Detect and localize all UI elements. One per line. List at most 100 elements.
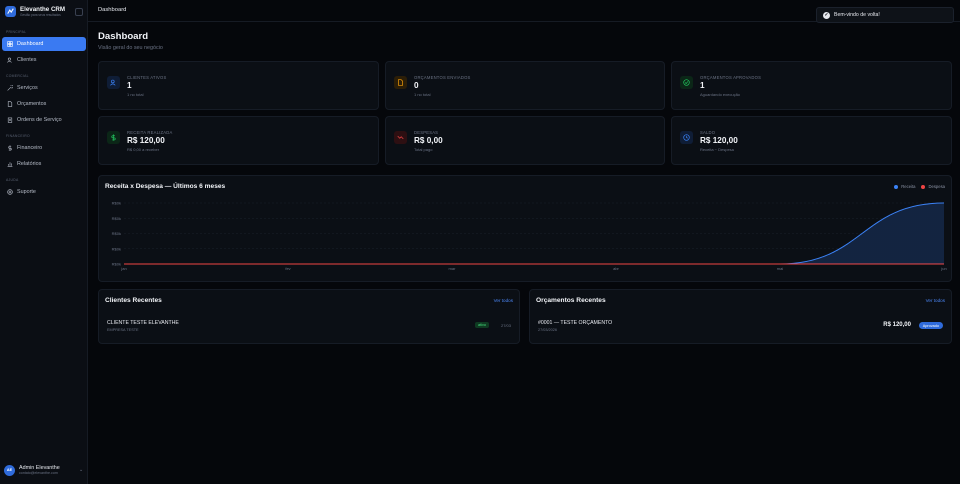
recent-quotes-card: Orçamentos Recentes Ver todos #0001 — TE… bbox=[529, 289, 952, 344]
stat-card-orcamentos-enviados: Orçamentos enviados 0 1 no total bbox=[385, 61, 665, 110]
wrench-icon bbox=[7, 85, 13, 91]
chart-icon bbox=[7, 161, 13, 167]
sidebar-item-suporte[interactable]: Suporte bbox=[2, 185, 86, 199]
quote-name: #0001 — TESTE ORÇAMENTO bbox=[538, 320, 613, 326]
y-tick-label: R$0k bbox=[112, 246, 121, 251]
sidebar-item-financeiro[interactable]: Financeiro bbox=[2, 141, 86, 155]
stat-card-orcamentos-aprovados: Orçamentos aprovados 1 Aguardando execuç… bbox=[671, 61, 952, 110]
chart-svg: R$0kR$0kR$0kR$0kR$0kjan fev mar abr mai jun bbox=[112, 201, 947, 272]
stat-card-receita-realizada: Receita realizada R$ 120,00 R$ 0,00 a re… bbox=[98, 116, 379, 165]
stat-card-despesas: Despesas R$ 0,00 Total pago bbox=[385, 116, 665, 165]
brand-name: Elevanthe CRM bbox=[20, 6, 66, 13]
page-subtitle: Visão geral do seu negócio bbox=[98, 45, 163, 51]
client-date: 27/03 bbox=[500, 323, 511, 328]
sidebar-item-ordens-servico[interactable]: Ordens de Serviço bbox=[2, 113, 86, 127]
sidebar-item-label: Ordens de Serviço bbox=[17, 117, 62, 123]
chevron-down-icon[interactable]: ⌄ bbox=[79, 467, 84, 473]
dashboard-icon bbox=[7, 41, 13, 47]
toast-message: Bem-vindo de volta! bbox=[834, 12, 880, 18]
sidebar: Elevanthe CRM Gestão para seus resultado… bbox=[0, 0, 88, 484]
quote-amount: R$ 120,00 bbox=[883, 322, 911, 328]
stat-value: R$ 120,00 bbox=[700, 136, 738, 145]
stat-hint: 1 no total bbox=[414, 92, 431, 97]
nav-section-comercial: Comercial bbox=[6, 74, 29, 78]
see-all-clients-link[interactable]: Ver todos bbox=[494, 298, 513, 303]
sidebar-item-label: Orçamentos bbox=[17, 101, 47, 107]
x-tick-label: jan bbox=[120, 266, 126, 271]
chart-card: Receita x Despesa — Últimos 6 meses Rece… bbox=[98, 175, 952, 282]
breadcrumb: Dashboard bbox=[98, 7, 127, 13]
y-tick-label: R$0k bbox=[112, 231, 121, 236]
dollar-icon bbox=[107, 131, 120, 144]
stat-card-saldo: Saldo R$ 120,00 Receita − Despesa bbox=[671, 116, 952, 165]
user-email: contato@elevanthe.com bbox=[19, 470, 58, 475]
sidebar-item-label: Serviços bbox=[17, 85, 38, 91]
stat-label: Clientes ativos bbox=[127, 75, 167, 80]
check-circle-icon bbox=[680, 76, 693, 89]
stat-value: R$ 0,00 bbox=[414, 136, 443, 145]
x-tick-label: fev bbox=[285, 266, 290, 271]
sidebar-toggle-icon[interactable] bbox=[75, 7, 83, 16]
trending-down-icon bbox=[394, 131, 407, 144]
stat-value: 1 bbox=[700, 81, 705, 90]
stat-hint: R$ 0,00 a receber bbox=[127, 147, 160, 152]
recent-clients-title: Clientes Recentes bbox=[105, 297, 162, 304]
sidebar-item-label: Suporte bbox=[17, 189, 36, 195]
users-icon bbox=[107, 76, 120, 89]
stat-label: Orçamentos enviados bbox=[414, 75, 471, 80]
check-circle-icon: ✓ bbox=[823, 11, 830, 19]
file-icon bbox=[7, 101, 13, 107]
sidebar-item-servicos[interactable]: Serviços bbox=[2, 81, 86, 95]
x-tick-label: mar bbox=[449, 266, 457, 271]
stat-value: R$ 120,00 bbox=[127, 136, 165, 145]
toast-notification[interactable]: ✓ Bem-vindo de volta! bbox=[816, 7, 954, 23]
stat-label: Saldo bbox=[700, 130, 716, 135]
see-all-quotes-link[interactable]: Ver todos bbox=[926, 298, 945, 303]
users-icon bbox=[7, 57, 13, 63]
brand-subtitle: Gestão para seus resultados bbox=[20, 13, 61, 17]
y-tick-label: R$0k bbox=[112, 201, 121, 206]
status-badge: ativo bbox=[474, 322, 489, 328]
stat-label: Receita realizada bbox=[127, 130, 173, 135]
quote-date: 27/03/2026 bbox=[538, 328, 558, 332]
sidebar-item-label: Relatórios bbox=[17, 161, 42, 167]
stat-hint: Aguardando execução bbox=[700, 92, 741, 97]
stat-hint: Receita − Despesa bbox=[700, 147, 734, 152]
stat-value: 0 bbox=[414, 81, 419, 90]
client-name: CLIENTE TESTE ELEVANTHE bbox=[107, 320, 179, 326]
file-icon bbox=[394, 76, 407, 89]
sidebar-item-label: Financeiro bbox=[17, 145, 43, 151]
recent-quotes-title: Orçamentos Recentes bbox=[536, 297, 606, 304]
sidebar-item-dashboard[interactable]: Dashboard bbox=[2, 37, 86, 51]
list-item[interactable]: CLIENTE TESTE ELEVANTHE EMPRESA TESTE at… bbox=[107, 320, 511, 334]
status-badge: Aprovado bbox=[918, 322, 943, 329]
stat-value: 1 bbox=[127, 81, 132, 90]
page-title: Dashboard bbox=[98, 31, 149, 42]
dollar-icon bbox=[7, 145, 13, 151]
brand[interactable]: Elevanthe CRM Gestão para seus resultado… bbox=[5, 5, 83, 18]
user-menu[interactable]: AE Admin Elevanthe contato@elevanthe.com… bbox=[4, 462, 84, 478]
y-tick-label: R$0k bbox=[112, 216, 121, 221]
sidebar-item-orcamentos[interactable]: Orçamentos bbox=[2, 97, 86, 111]
sidebar-item-label: Dashboard bbox=[17, 41, 44, 47]
stat-label: Despesas bbox=[414, 130, 439, 135]
recent-clients-card: Clientes Recentes Ver todos CLIENTE TEST… bbox=[98, 289, 520, 344]
clock-icon bbox=[680, 131, 693, 144]
stat-label: Orçamentos aprovados bbox=[700, 75, 762, 80]
nav-section-ajuda: Ajuda bbox=[6, 178, 19, 182]
x-tick-label: abr bbox=[613, 266, 619, 271]
list-item[interactable]: #0001 — TESTE ORÇAMENTO 27/03/2026 R$ 12… bbox=[538, 320, 943, 334]
brand-logo-icon bbox=[5, 6, 16, 17]
sidebar-item-label: Clientes bbox=[17, 57, 37, 63]
nav-section-financeiro: Financeiro bbox=[6, 134, 30, 138]
sidebar-item-clientes[interactable]: Clientes bbox=[2, 53, 86, 67]
stat-hint: Total pago bbox=[414, 147, 433, 152]
clipboard-icon bbox=[7, 117, 13, 123]
sidebar-item-relatorios[interactable]: Relatórios bbox=[2, 157, 86, 171]
avatar: AE bbox=[4, 464, 15, 476]
x-tick-label: jun bbox=[940, 266, 946, 271]
x-tick-label: mai bbox=[777, 266, 784, 271]
nav-section-principal: Principal bbox=[6, 30, 27, 34]
stat-hint: 1 no total bbox=[127, 92, 144, 97]
y-tick-label: R$0k bbox=[112, 262, 121, 267]
